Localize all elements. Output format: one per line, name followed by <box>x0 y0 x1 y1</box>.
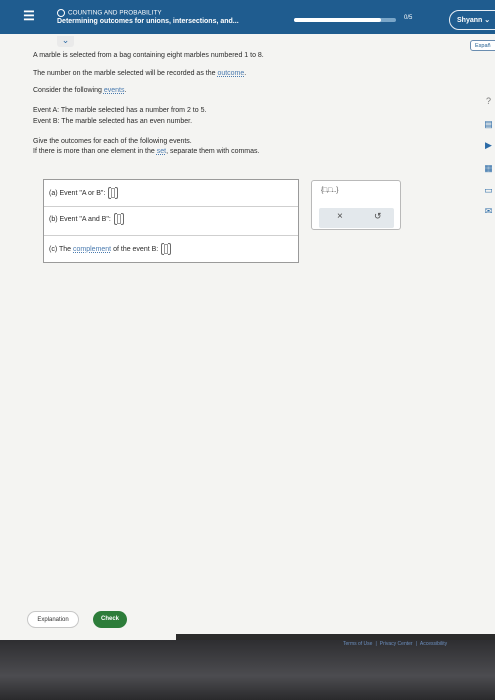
user-menu[interactable]: Shyann ⌄ <box>449 10 495 30</box>
problem-line: A marble is selected from a bag containi… <box>33 52 264 59</box>
answer-panel: (a) Event "A or B": (b) Event "A and B":… <box>43 179 299 263</box>
answer-c: (c) The complement of the event B: <box>49 243 172 255</box>
answer-a-label: (a) Event "A or B": <box>49 189 106 197</box>
calculator-icon[interactable]: ▦ <box>482 163 495 174</box>
accessibility-link[interactable]: Accessibility <box>420 641 447 647</box>
divider <box>44 206 298 207</box>
answer-b: (b) Event "A and B": <box>49 213 124 225</box>
answer-b-input[interactable] <box>113 213 124 225</box>
book-icon[interactable]: ▤ <box>482 119 495 130</box>
explanation-button[interactable]: Explanation <box>27 611 79 628</box>
clear-icon[interactable]: × <box>337 211 343 222</box>
laptop-bezel <box>0 640 495 700</box>
document-icon[interactable]: ▭ <box>482 185 495 196</box>
mail-icon[interactable]: ✉ <box>482 206 495 217</box>
top-bar: ☰ COUNTING AND PROBABILITY Determining o… <box>0 0 495 34</box>
complement-link[interactable]: complement <box>73 246 111 253</box>
instruction: If there is more than one element in the… <box>33 148 259 155</box>
footer-links: Terms of Use | Privacy Center | Accessibilit… <box>343 641 448 647</box>
privacy-link[interactable]: Privacy Center <box>380 641 413 647</box>
outcome-link[interactable]: outcome <box>217 70 244 77</box>
set-link[interactable]: set <box>157 148 166 155</box>
tool-buttons: × ↺ <box>319 208 394 228</box>
topic-title: COUNTING AND PROBABILITY <box>57 9 162 17</box>
text: If there is more than one element in the <box>33 148 157 155</box>
user-name: Shyann <box>457 17 483 24</box>
topic-circle-icon <box>57 9 65 17</box>
assignment-subtitle: Determining outcomes for unions, interse… <box>57 18 239 25</box>
progress-fill <box>294 18 381 22</box>
check-button[interactable]: Check <box>93 611 127 628</box>
menu-icon[interactable]: ☰ <box>22 8 36 23</box>
divider <box>44 235 298 236</box>
chevron-down-icon[interactable]: ⌄ <box>57 36 74 47</box>
instruction: Give the outcomes for each of the follow… <box>33 138 192 145</box>
help-icon[interactable]: ? <box>482 96 495 106</box>
set-template-icon[interactable]: {□,□...} <box>321 187 338 194</box>
input-toolbox: {□,□...} × ↺ <box>311 180 401 230</box>
events-link[interactable]: events <box>104 87 125 94</box>
video-icon[interactable]: ▶ <box>482 140 495 151</box>
app-screen: ☰ COUNTING AND PROBABILITY Determining o… <box>0 0 495 640</box>
answer-a-input[interactable] <box>108 187 119 199</box>
problem-line: Consider the following events. <box>33 87 126 94</box>
text: The number on the marble selected will b… <box>33 70 218 77</box>
progress-bar <box>294 18 396 22</box>
event-a: Event A: The marble selected has a numbe… <box>33 107 207 114</box>
event-b: Event B: The marble selected has an even… <box>33 118 193 125</box>
terms-link[interactable]: Terms of Use <box>343 641 372 647</box>
language-button[interactable]: Españ <box>470 40 495 51</box>
text: (c) The <box>49 245 73 253</box>
undo-icon[interactable]: ↺ <box>374 211 382 222</box>
text: Consider the following <box>33 87 104 94</box>
topic-label: COUNTING AND PROBABILITY <box>68 9 162 17</box>
progress-count: 0/5 <box>404 15 413 21</box>
problem-line: The number on the marble selected will b… <box>33 70 246 77</box>
answer-b-label: (b) Event "A and B": <box>49 215 111 223</box>
text: . <box>244 70 247 77</box>
text: of the event B: <box>111 245 159 253</box>
answer-a: (a) Event "A or B": <box>49 187 119 199</box>
chevron-down-icon: ⌄ <box>484 17 491 24</box>
text: , separate them with commas. <box>166 148 260 155</box>
answer-c-input[interactable] <box>161 243 172 255</box>
text: . <box>124 87 127 94</box>
